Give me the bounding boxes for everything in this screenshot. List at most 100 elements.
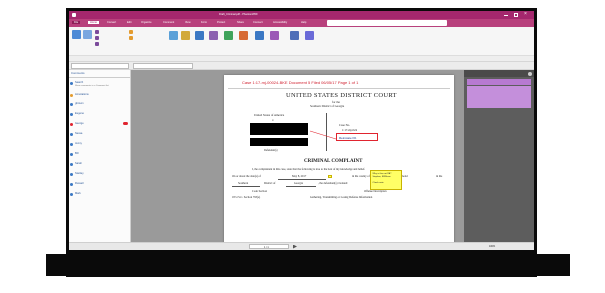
- case-no-value: 1:17-mj-024: [342, 128, 357, 132]
- pdf-page: Case 1:17-mj-00024-BKE Document 5 Filed …: [224, 75, 454, 250]
- offense-value: Gathering, Transmitting or Losing Defens…: [310, 196, 373, 199]
- comment-pane: [464, 70, 534, 250]
- user-icon: [70, 153, 73, 156]
- hand-tool-icon[interactable]: [72, 30, 81, 39]
- zoom-group: [95, 30, 123, 52]
- complaint-line-1: I, the complainant in this case, state t…: [252, 168, 366, 171]
- app-window: Draft_Criminal.pdf - PhantomPDF × File H…: [69, 11, 534, 250]
- tab-share[interactable]: Share: [237, 21, 244, 24]
- user-icon: [70, 113, 73, 116]
- tab-form[interactable]: Form: [201, 21, 207, 24]
- sidebar-item-gbrown[interactable]: gbrown: [75, 102, 84, 105]
- share-icon[interactable]: [305, 31, 314, 40]
- tell-me-search-input[interactable]: [327, 20, 447, 26]
- maximize-icon[interactable]: [514, 13, 518, 17]
- sign-icon[interactable]: [270, 31, 279, 40]
- tab-connect[interactable]: Connect: [253, 21, 263, 24]
- sidebar-item-jenny[interactable]: Jenny: [75, 142, 82, 145]
- rotate-group: [129, 30, 159, 52]
- code-section-label: Code Section: [252, 190, 267, 193]
- rotate-left-icon[interactable]: [129, 30, 133, 34]
- fit-page-icon[interactable]: [95, 42, 99, 46]
- page-navigator[interactable]: 1 / 1: [249, 244, 289, 249]
- sidebar-item-bill[interactable]: Bill: [75, 152, 78, 155]
- complaint-line-2b: in the county of: [352, 175, 370, 178]
- sidebar-item-george[interactable]: George: [75, 122, 84, 125]
- ribbon-tab-bar: File Home Convert Edit Organize Comment …: [69, 19, 534, 27]
- options-icon[interactable]: [528, 71, 532, 76]
- redacted-block: [250, 138, 308, 146]
- user-icon: [70, 173, 73, 176]
- highlight-box-text: Reinstate PA: [339, 136, 357, 140]
- complaint-line-2c: in the: [436, 175, 443, 178]
- zoom-in-icon[interactable]: [95, 30, 99, 34]
- defendant-label: Defendant(s): [264, 149, 278, 152]
- close-icon[interactable]: ×: [524, 12, 527, 17]
- snapshot-icon[interactable]: [169, 31, 178, 40]
- user-icon: [70, 123, 73, 126]
- window-title: Draft_Criminal.pdf - PhantomPDF: [219, 12, 258, 16]
- annotation-icon: [70, 94, 73, 97]
- comments-sidebar: Comments Search Show comments in a Comme…: [69, 70, 131, 250]
- typewriter-icon[interactable]: [195, 31, 204, 40]
- taskbar-strip: [46, 254, 570, 276]
- code-section-value: 18 U.S.C. Section 793(e): [232, 196, 261, 199]
- insert-icon[interactable]: [255, 31, 264, 40]
- minimize-icon[interactable]: [504, 13, 508, 16]
- select-text-icon[interactable]: [83, 30, 92, 39]
- sticky-note-line-2: Stephen, R/Wilson: [372, 176, 391, 178]
- district-text: Southern District of Georgia: [310, 104, 345, 108]
- court-title: UNITED STATES DISTRICT COURT: [286, 92, 397, 99]
- tab-organize[interactable]: Organize: [141, 21, 152, 24]
- sidebar-item-annotations[interactable]: Annotations: [75, 93, 89, 96]
- sidebar-item-russell[interactable]: Russell: [75, 182, 84, 185]
- tab-comment[interactable]: Comment: [163, 21, 174, 24]
- sidebar-item-stanley[interactable]: Stanley: [75, 172, 84, 175]
- sidebar-item-mark[interactable]: Mark: [75, 192, 81, 195]
- sidebar-item-eugene[interactable]: Eugene: [75, 112, 84, 115]
- tab-view[interactable]: View: [185, 21, 191, 24]
- user-icon: [70, 133, 73, 136]
- highlight-icon[interactable]: [209, 31, 218, 40]
- zoom-level[interactable]: 100%: [489, 245, 495, 248]
- note-icon[interactable]: [328, 175, 332, 178]
- tab-home[interactable]: Home: [88, 21, 99, 24]
- sidebar-item-nessa[interactable]: Nessa: [75, 132, 82, 135]
- bookmark-icon[interactable]: [239, 31, 248, 40]
- highlight-box[interactable]: Reinstate PA: [336, 133, 378, 141]
- ribbon-group-labels: [69, 55, 534, 61]
- sidebar-item-sub: Show comments in a Comment list: [75, 85, 109, 87]
- rotate-right-icon[interactable]: [129, 36, 133, 40]
- document-tab[interactable]: [133, 63, 193, 69]
- sidebar-item-sarah[interactable]: Sarah: [75, 162, 82, 165]
- case-header: Case 1:17-mj-00024-BKE Document 5 Filed …: [242, 80, 359, 85]
- tab-accessibility[interactable]: Accessibility: [273, 21, 287, 24]
- sidebar-item-search[interactable]: Search: [75, 81, 83, 84]
- protect-icon[interactable]: [290, 31, 299, 40]
- tab-file[interactable]: File: [72, 21, 81, 24]
- link-icon[interactable]: [224, 31, 233, 40]
- tab-convert[interactable]: Convert: [107, 21, 116, 24]
- sidebar-header: Comments: [71, 71, 85, 75]
- sticky-note-footer: Check note: [372, 182, 384, 184]
- versus-text: v.: [272, 118, 275, 122]
- status-bar: 1 / 1 100%: [69, 242, 534, 250]
- next-page-icon[interactable]: [293, 244, 297, 249]
- comment-pane-header: [464, 70, 534, 77]
- title-bar: Draft_Criminal.pdf - PhantomPDF ×: [69, 11, 534, 19]
- sticky-note-popup[interactable]: Why is this not PA? Stephen, R/Wilson Ch…: [370, 170, 402, 190]
- app-logo-icon: [72, 13, 76, 17]
- comment-card-header[interactable]: [467, 79, 531, 85]
- sticky-note-line-1: Why is this not PA?: [372, 172, 392, 175]
- ribbon-toolbar: [69, 27, 534, 62]
- zoom-out-icon[interactable]: [95, 36, 99, 40]
- tab-protect[interactable]: Protect: [217, 21, 225, 24]
- user-icon: [70, 163, 73, 166]
- comment-card-body[interactable]: [467, 86, 531, 108]
- sidebar-search-input[interactable]: [71, 63, 129, 69]
- tab-edit[interactable]: Edit: [127, 21, 131, 24]
- tab-help[interactable]: Help: [301, 21, 306, 24]
- document-tab-bar: [69, 62, 534, 70]
- clipboard-icon[interactable]: [181, 31, 190, 40]
- complaint-line-2a: On or about the date(s) of: [232, 175, 261, 178]
